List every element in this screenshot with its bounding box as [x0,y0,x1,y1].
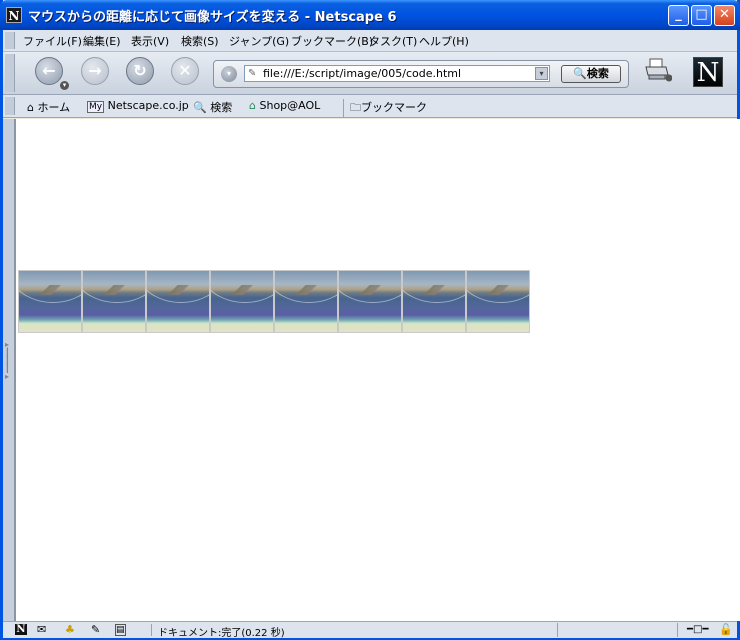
composer-icon[interactable]: ✎ [91,624,100,636]
page-content [15,119,740,621]
bookmarks-link[interactable]: 🗀ブックマーク [343,99,427,118]
navigation-toolbar: ← ▾ → ↻ ✕ ▾ ✎ file:///E:/script/image/00… [3,52,737,95]
instant-messenger-icon[interactable]: ♣ [65,624,75,636]
folder-icon: 🗀 [350,101,361,114]
beach-landscape-thumbnail[interactable] [82,270,146,333]
menu-tasks[interactable]: タスク(T) [369,33,417,49]
personal-toolbar-grip[interactable] [5,97,15,115]
menu-search[interactable]: 検索(S) [181,33,219,49]
menu-bar: ファイル(F) 編集(E) 表示(V) 検索(S) ジャンプ(G) ブックマーク… [3,30,737,52]
menu-help[interactable]: ヘルプ(H) [419,33,469,49]
minimize-button[interactable]: _ [668,5,689,26]
beach-landscape-thumbnail[interactable] [210,270,274,333]
netscape-link[interactable]: My Netscape.co.jp [87,99,189,113]
beach-landscape-thumbnail[interactable] [274,270,338,333]
beach-landscape-thumbnail[interactable] [18,270,82,333]
title-bar[interactable]: N マウスからの距離に応じて画像サイズを変える - Netscape 6 _ □… [0,0,740,30]
magnifier-icon: 🔍 [573,67,587,80]
netscape-app-icon: N [6,7,22,23]
reload-button[interactable]: ↻ [126,57,154,85]
shop-aol-label: Shop@AOL [259,99,321,112]
menu-bar-grip[interactable] [5,32,15,49]
my-icon: My [87,101,105,113]
search-link[interactable]: 🔍 検索 [193,99,232,115]
url-input[interactable]: ✎ file:///E:/script/image/005/code.html … [244,65,550,82]
beach-landscape-thumbnail[interactable] [146,270,210,333]
menu-go[interactable]: ジャンプ(G) [229,33,289,49]
nav-toolbar-grip[interactable] [5,54,15,92]
location-bar: ▾ ✎ file:///E:/script/image/005/code.htm… [213,60,629,88]
bookmarks-label: ブックマーク [361,101,427,114]
home-link[interactable]: ⌂ ホーム [27,99,70,115]
address-book-icon[interactable]: ▤ [115,624,126,636]
sidebar-collapsed[interactable]: ▸ ┃ ┃ ┃ ▸ [3,119,15,621]
search-button[interactable]: 🔍検索 [561,65,621,83]
back-dropdown-icon[interactable]: ▾ [60,81,69,90]
beach-landscape-thumbnail[interactable] [338,270,402,333]
menu-view[interactable]: 表示(V) [131,33,169,49]
security-lock-icon[interactable]: 🔓 [719,624,733,636]
forward-button[interactable]: → [81,57,109,85]
shop-icon: ⌂ [249,99,256,112]
beach-landscape-thumbnail[interactable] [402,270,466,333]
shop-aol-link[interactable]: ⌂ Shop@AOL [249,99,320,112]
magnifier-icon: 🔍 [193,101,207,114]
netscape-link-label: Netscape.co.jp [107,99,189,112]
status-separator [557,623,558,637]
print-icon[interactable] [644,57,673,83]
sidebar-grip[interactable]: ▸ ┃ ┃ ┃ ▸ [5,341,11,385]
url-value: file:///E:/script/image/005/code.html [263,67,462,80]
status-separator [677,623,678,637]
stop-button[interactable]: ✕ [171,57,199,85]
window-title: マウスからの距離に応じて画像サイズを変える - Netscape 6 [28,10,397,25]
netscape-status-icon[interactable]: N [15,624,27,635]
mail-icon[interactable]: ✉ [37,624,46,636]
home-icon: ⌂ [27,101,34,114]
netscape-logo[interactable]: N [693,57,723,88]
status-bar: N ✉ ♣ ✎ ▤ ドキュメント:完了(0.22 秒) ━□━ 🔓 [3,621,737,639]
search-button-label: 検索 [586,67,609,80]
search-link-label: 検索 [210,101,233,114]
close-button[interactable]: ✕ [714,5,735,26]
maximize-button[interactable]: □ [691,5,712,26]
menu-file[interactable]: ファイル(F) [23,33,82,49]
beach-landscape-thumbnail[interactable] [466,270,530,333]
menu-edit[interactable]: 編集(E) [83,33,121,49]
home-label: ホーム [37,101,71,114]
browser-window: N マウスからの距離に応じて画像サイズを変える - Netscape 6 _ □… [0,0,740,640]
status-text: ドキュメント:完了(0.22 秒) [151,624,285,639]
back-button[interactable]: ← [35,57,63,85]
page-proxy-icon[interactable]: ✎ [248,68,256,79]
online-status-icon[interactable]: ━□━ [687,624,709,636]
menu-bookmarks[interactable]: ブックマーク(B) [291,33,373,49]
url-dropdown-icon[interactable]: ▾ [535,67,548,80]
personal-toolbar: ⌂ ホーム My Netscape.co.jp 🔍 検索 ⌂ Shop@AOL … [3,95,737,118]
url-history-dropdown-icon[interactable]: ▾ [221,66,237,82]
